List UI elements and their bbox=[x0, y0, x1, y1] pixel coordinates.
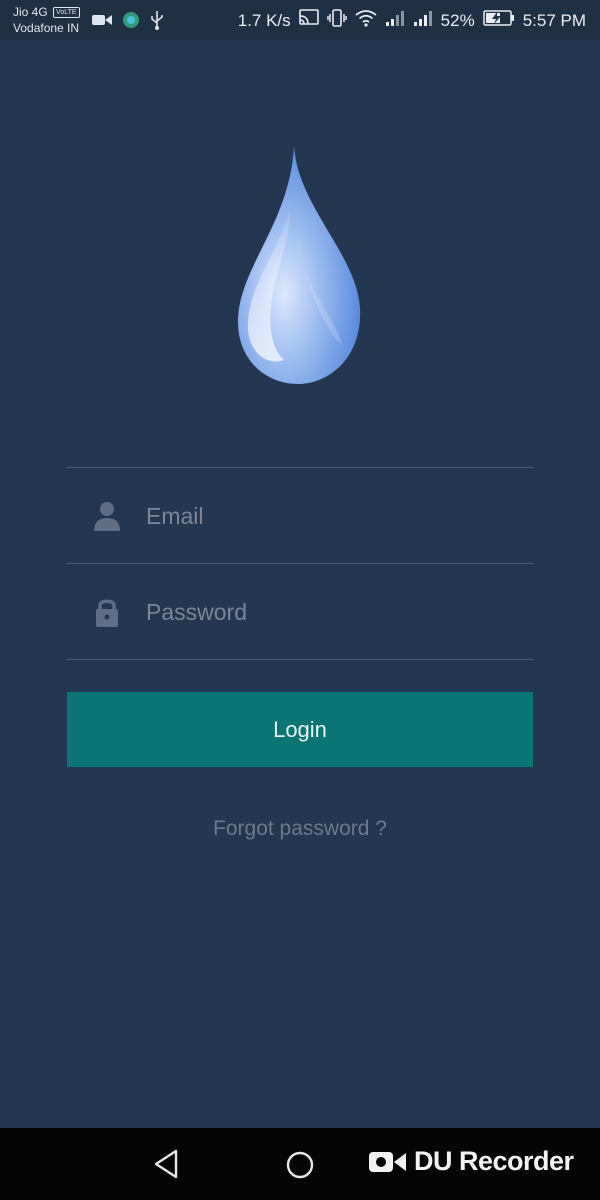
cast-icon bbox=[298, 9, 319, 32]
battery-percent: 52% bbox=[440, 10, 475, 30]
signal-icon bbox=[385, 10, 405, 31]
carrier-info: Jio 4G VoLTE Vodafone IN bbox=[13, 4, 80, 36]
navigation-bar: DU Recorder bbox=[0, 1128, 600, 1200]
volte-badge: VoLTE bbox=[53, 7, 80, 18]
video-camera-icon bbox=[369, 1151, 406, 1172]
status-bar: Jio 4G VoLTE Vodafone IN 1.7 K/s 52% 5:5… bbox=[0, 0, 600, 40]
vibrate-icon bbox=[326, 9, 347, 32]
clock: 5:57 PM bbox=[522, 10, 586, 30]
usb-icon bbox=[150, 10, 164, 35]
email-input[interactable] bbox=[146, 496, 526, 536]
water-drop-icon bbox=[238, 146, 361, 384]
forgot-password-link[interactable]: Forgot password ? bbox=[0, 817, 600, 841]
divider-top bbox=[66, 467, 534, 468]
login-button[interactable]: Login bbox=[67, 692, 533, 767]
network-speed: 1.7 K/s bbox=[237, 10, 291, 30]
recorder-label: DU Recorder bbox=[414, 1146, 574, 1176]
divider-middle bbox=[66, 563, 534, 564]
home-circle-icon[interactable] bbox=[285, 1150, 315, 1180]
user-icon bbox=[94, 502, 120, 531]
email-field[interactable] bbox=[66, 469, 534, 563]
carrier-secondary: Vodafone IN bbox=[13, 21, 80, 35]
lock-icon bbox=[96, 599, 118, 627]
recorder-watermark: DU Recorder bbox=[368, 1146, 574, 1177]
app-notification-icon bbox=[122, 11, 140, 34]
wifi-icon bbox=[355, 9, 377, 32]
divider-bottom bbox=[66, 659, 534, 660]
password-field[interactable] bbox=[66, 565, 534, 659]
back-triangle-icon[interactable] bbox=[152, 1148, 182, 1180]
video-camera-icon bbox=[92, 13, 112, 32]
login-screen: Jio 4G VoLTE Vodafone IN 1.7 K/s 52% 5:5… bbox=[0, 0, 600, 1200]
signal-icon bbox=[413, 10, 433, 31]
status-right: 1.7 K/s 52% 5:57 PM bbox=[238, 9, 586, 32]
carrier-primary: Jio 4G bbox=[13, 5, 48, 19]
password-input[interactable] bbox=[146, 592, 526, 632]
notification-icons bbox=[92, 10, 164, 35]
battery-charging-icon bbox=[482, 10, 515, 31]
